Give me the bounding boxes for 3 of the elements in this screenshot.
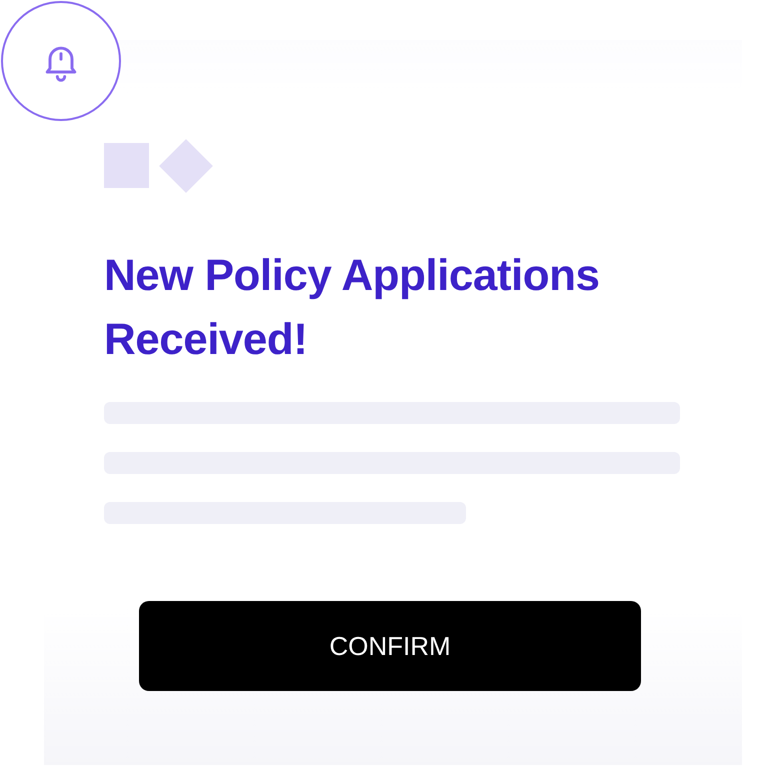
confirm-button[interactable]: CONFIRM (139, 601, 641, 691)
notification-title: New Policy Applications Received! (104, 250, 600, 366)
square-icon (104, 143, 149, 188)
